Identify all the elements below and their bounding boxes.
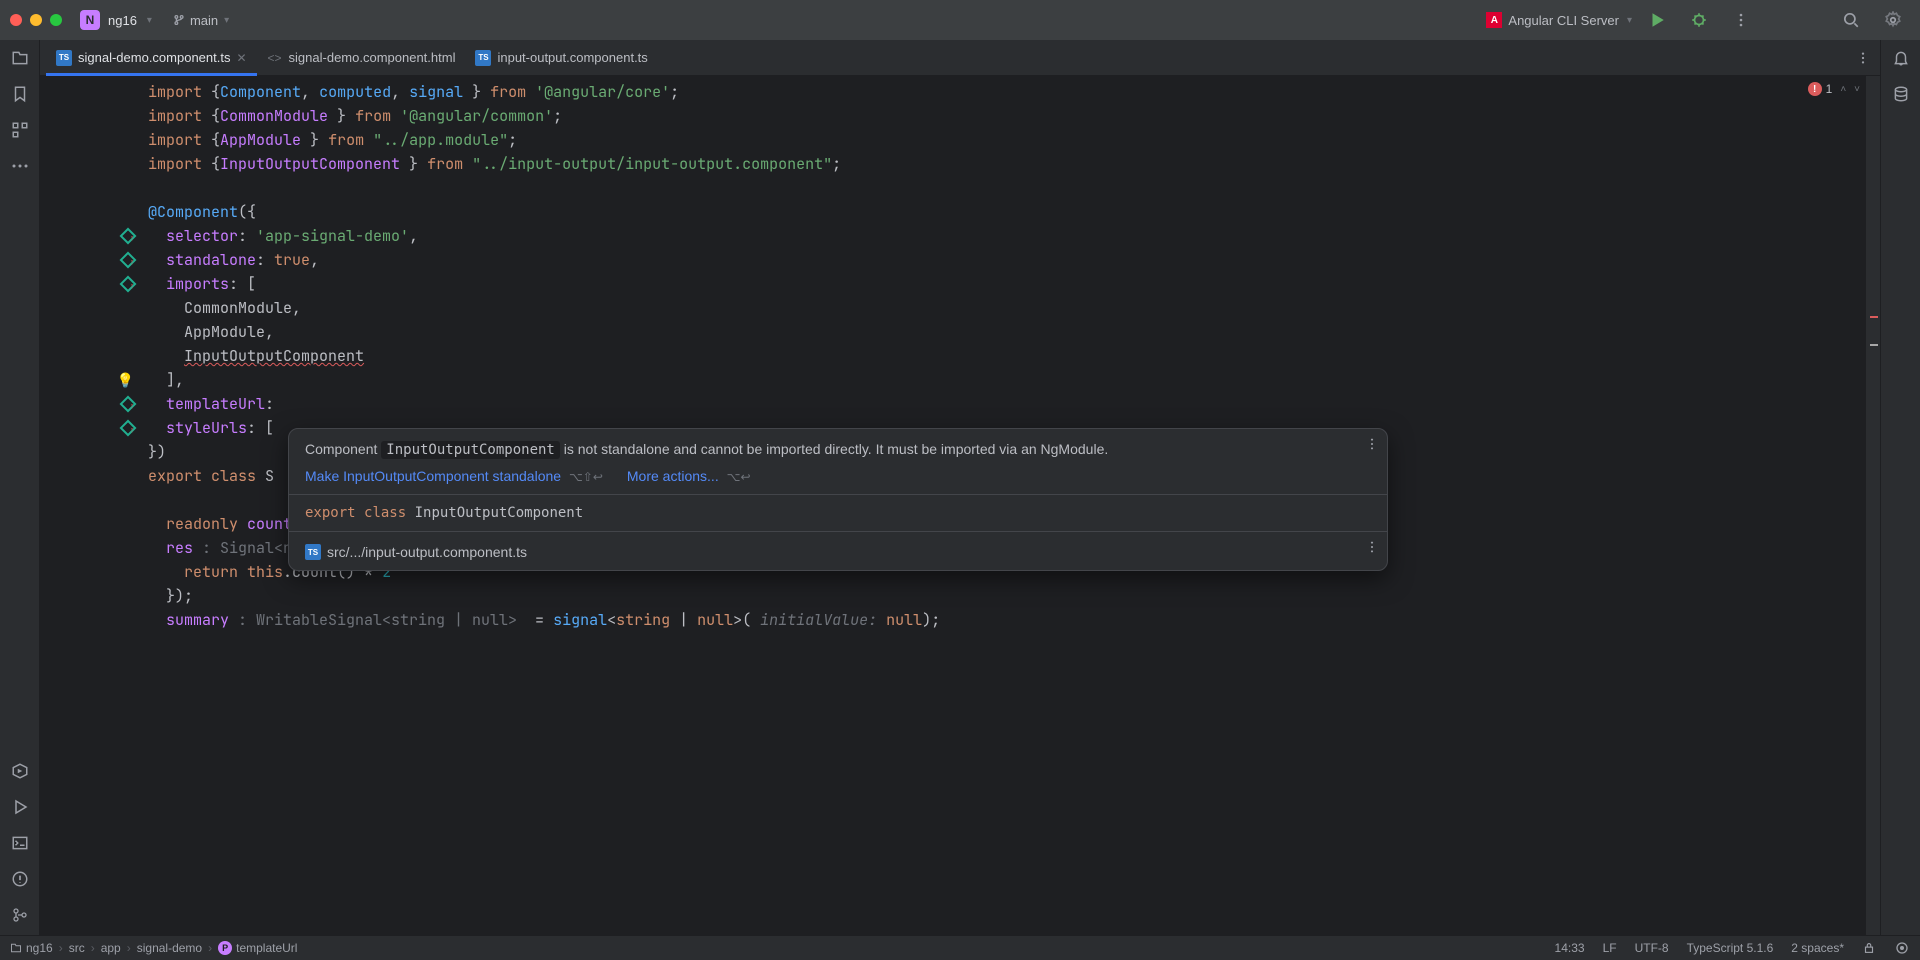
popup-code-token: InputOutputComponent bbox=[381, 441, 560, 459]
breadcrumb-sep: › bbox=[127, 941, 131, 955]
tab-label: signal-demo.component.html bbox=[289, 50, 456, 65]
popup-more-icon[interactable] bbox=[1365, 540, 1379, 554]
quickfix-link[interactable]: Make InputOutputComponent standalone bbox=[305, 468, 561, 484]
search-button[interactable] bbox=[1840, 9, 1862, 31]
left-tool-rail bbox=[0, 40, 40, 935]
readonly-lock-icon[interactable] bbox=[1862, 941, 1876, 955]
declaration-preview: export class InputOutputComponent bbox=[305, 505, 1371, 521]
editor-tabs: TS signal-demo.component.ts ✕ <> signal-… bbox=[40, 40, 1880, 76]
project-badge[interactable]: N bbox=[80, 10, 100, 30]
vcs-tool-icon[interactable] bbox=[10, 905, 30, 925]
error-next-icon[interactable]: ˅ bbox=[1854, 84, 1860, 95]
run-tool-icon[interactable] bbox=[10, 797, 30, 817]
editor-gutter[interactable]: 💡 bbox=[40, 76, 140, 935]
popup-more-icon[interactable] bbox=[1365, 437, 1379, 451]
error-indicator-icon[interactable]: ! bbox=[1808, 82, 1822, 96]
tab-label: input-output.component.ts bbox=[497, 50, 647, 65]
error-count: 1 bbox=[1826, 82, 1833, 96]
property-icon: P bbox=[218, 941, 232, 955]
run-config-selector[interactable]: A Angular CLI Server ▾ bbox=[1486, 12, 1632, 28]
titlebar: N ng16 ▾ main ▾ A Angular CLI Server ▾ bbox=[0, 0, 1920, 40]
breadcrumb-sep: › bbox=[91, 941, 95, 955]
bookmarks-tool-icon[interactable] bbox=[10, 84, 30, 104]
html-file-icon: <> bbox=[267, 50, 283, 66]
line-separator[interactable]: LF bbox=[1603, 941, 1617, 955]
indent-setting[interactable]: 2 spaces* bbox=[1791, 941, 1844, 955]
chevron-down-icon[interactable]: ▾ bbox=[147, 15, 152, 26]
popup-text: Component bbox=[305, 441, 381, 457]
window-close-icon[interactable] bbox=[10, 14, 22, 26]
project-tool-icon[interactable] bbox=[10, 48, 30, 68]
caret-position[interactable]: 14:33 bbox=[1555, 941, 1585, 955]
overview-ruler[interactable] bbox=[1866, 76, 1880, 935]
database-tool-icon[interactable] bbox=[1891, 84, 1911, 104]
tabs-more-icon[interactable] bbox=[1856, 51, 1870, 65]
structure-tool-icon[interactable] bbox=[10, 120, 30, 140]
inspection-eye-icon[interactable] bbox=[1894, 942, 1910, 954]
status-bar: ng16 › src › app › signal-demo › P templ… bbox=[0, 935, 1920, 960]
editor-body[interactable]: 💡 import {Component, computed, signal } … bbox=[40, 76, 1880, 935]
chevron-down-icon: ▾ bbox=[224, 15, 229, 26]
vcs-branch[interactable]: main ▾ bbox=[172, 13, 229, 28]
popup-file-section[interactable]: TS src/.../input-output.component.ts bbox=[289, 531, 1387, 570]
branch-icon bbox=[172, 13, 186, 27]
popup-declaration-section: export class InputOutputComponent bbox=[289, 494, 1387, 531]
shortcut-hint: ⌥↩ bbox=[727, 470, 751, 484]
breadcrumb-item[interactable]: app bbox=[101, 941, 121, 955]
popup-message-section: Component InputOutputComponent is not st… bbox=[289, 429, 1387, 494]
more-tool-icon[interactable] bbox=[10, 156, 30, 176]
run-button[interactable] bbox=[1646, 9, 1668, 31]
change-marker[interactable] bbox=[1870, 344, 1878, 346]
terminal-tool-icon[interactable] bbox=[10, 833, 30, 853]
error-marker[interactable] bbox=[1870, 316, 1878, 318]
right-tool-rail bbox=[1880, 40, 1920, 935]
file-encoding[interactable]: UTF-8 bbox=[1635, 941, 1669, 955]
breadcrumb-sep: › bbox=[59, 941, 63, 955]
branch-name: main bbox=[190, 13, 218, 28]
popup-text: is not standalone and cannot be imported… bbox=[560, 441, 1108, 457]
settings-button[interactable] bbox=[1882, 9, 1904, 31]
breadcrumb-item[interactable]: P templateUrl bbox=[218, 941, 297, 955]
breadcrumb-item[interactable]: src bbox=[69, 941, 85, 955]
shortcut-hint: ⌥⇧↩ bbox=[569, 470, 603, 484]
chevron-down-icon: ▾ bbox=[1627, 15, 1632, 26]
ts-file-icon: TS bbox=[475, 50, 491, 66]
close-icon[interactable]: ✕ bbox=[236, 51, 246, 65]
tab-signal-demo-html[interactable]: <> signal-demo.component.html bbox=[257, 40, 466, 75]
intention-popup: Component InputOutputComponent is not st… bbox=[288, 428, 1388, 571]
breadcrumb-item[interactable]: signal-demo bbox=[137, 941, 202, 955]
breadcrumb-sep: › bbox=[208, 941, 212, 955]
debug-button[interactable] bbox=[1688, 9, 1710, 31]
run-config-label: Angular CLI Server bbox=[1508, 13, 1619, 28]
ts-file-icon: TS bbox=[56, 50, 72, 66]
project-name[interactable]: ng16 bbox=[108, 13, 137, 28]
more-actions-link[interactable]: More actions... bbox=[627, 468, 719, 484]
editor-area: TS signal-demo.component.ts ✕ <> signal-… bbox=[40, 40, 1880, 935]
window-minimize-icon[interactable] bbox=[30, 14, 42, 26]
breadcrumb-item[interactable]: ng16 bbox=[10, 941, 53, 955]
tab-label: signal-demo.component.ts bbox=[78, 50, 230, 65]
language-version[interactable]: TypeScript 5.1.6 bbox=[1687, 941, 1774, 955]
tab-signal-demo-ts[interactable]: TS signal-demo.component.ts ✕ bbox=[46, 40, 257, 75]
file-path: src/.../input-output.component.ts bbox=[327, 544, 527, 560]
angular-icon: A bbox=[1486, 12, 1502, 28]
more-actions-button[interactable] bbox=[1730, 9, 1752, 31]
error-prev-icon[interactable]: ˄ bbox=[1840, 84, 1846, 95]
problems-tool-icon[interactable] bbox=[10, 869, 30, 889]
ts-file-icon: TS bbox=[305, 544, 321, 560]
popup-message: Component InputOutputComponent is not st… bbox=[305, 439, 1371, 460]
notifications-tool-icon[interactable] bbox=[1891, 48, 1911, 68]
services-tool-icon[interactable] bbox=[10, 761, 30, 781]
window-zoom-icon[interactable] bbox=[50, 14, 62, 26]
tab-input-output-ts[interactable]: TS input-output.component.ts bbox=[465, 40, 657, 75]
